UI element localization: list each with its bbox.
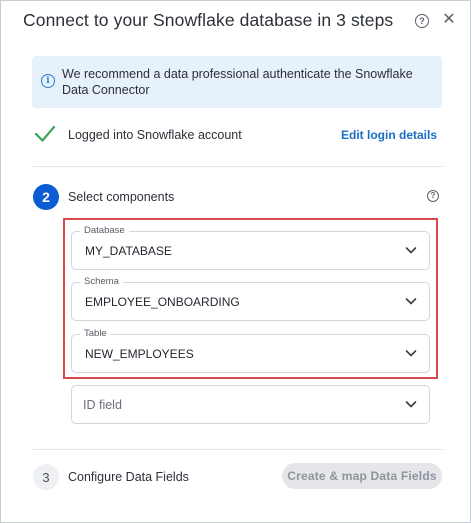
close-icon[interactable]: ✕ — [442, 11, 456, 29]
chevron-down-icon — [405, 298, 417, 305]
info-banner: i We recommend a data professional authe… — [32, 56, 442, 108]
info-icon: i — [41, 74, 55, 88]
step1-label: Logged into Snowflake account — [68, 128, 242, 142]
info-text: We recommend a data professional authent… — [62, 67, 413, 97]
database-value: MY_DATABASE — [85, 244, 172, 258]
step3-badge: 3 — [33, 464, 59, 490]
chevron-down-icon — [405, 350, 417, 357]
create-map-data-fields-button[interactable]: Create & map Data Fields — [282, 463, 442, 489]
id-field-placeholder: ID field — [83, 398, 122, 412]
step3-label: Configure Data Fields — [68, 470, 189, 484]
dialog-title: Connect to your Snowflake database in 3 … — [23, 10, 394, 30]
question-circle-icon[interactable]: ? — [427, 190, 439, 202]
chevron-down-icon — [405, 401, 417, 408]
snowflake-connect-dialog: Connect to your Snowflake database in 3 … — [0, 0, 471, 523]
step2-label: Select components — [68, 190, 175, 204]
chevron-down-icon — [405, 247, 417, 254]
help-glyph: ? — [419, 15, 425, 26]
help-glyph: ? — [430, 191, 436, 200]
database-label: Database — [80, 225, 129, 237]
divider — [33, 166, 443, 167]
divider — [33, 449, 443, 450]
table-select[interactable]: Table NEW_EMPLOYEES — [71, 328, 430, 373]
database-select[interactable]: Database MY_DATABASE — [71, 225, 430, 270]
schema-value: EMPLOYEE_ONBOARDING — [85, 295, 240, 309]
question-circle-icon[interactable]: ? — [415, 14, 429, 28]
schema-label: Schema — [80, 276, 123, 288]
edit-login-details-link[interactable]: Edit login details — [341, 128, 437, 142]
checkmark-icon — [34, 125, 56, 142]
id-field-select[interactable]: ID field — [71, 385, 430, 424]
table-value: NEW_EMPLOYEES — [85, 347, 194, 361]
schema-select[interactable]: Schema EMPLOYEE_ONBOARDING — [71, 276, 430, 321]
step2-badge: 2 — [33, 184, 59, 210]
table-label: Table — [80, 328, 111, 340]
